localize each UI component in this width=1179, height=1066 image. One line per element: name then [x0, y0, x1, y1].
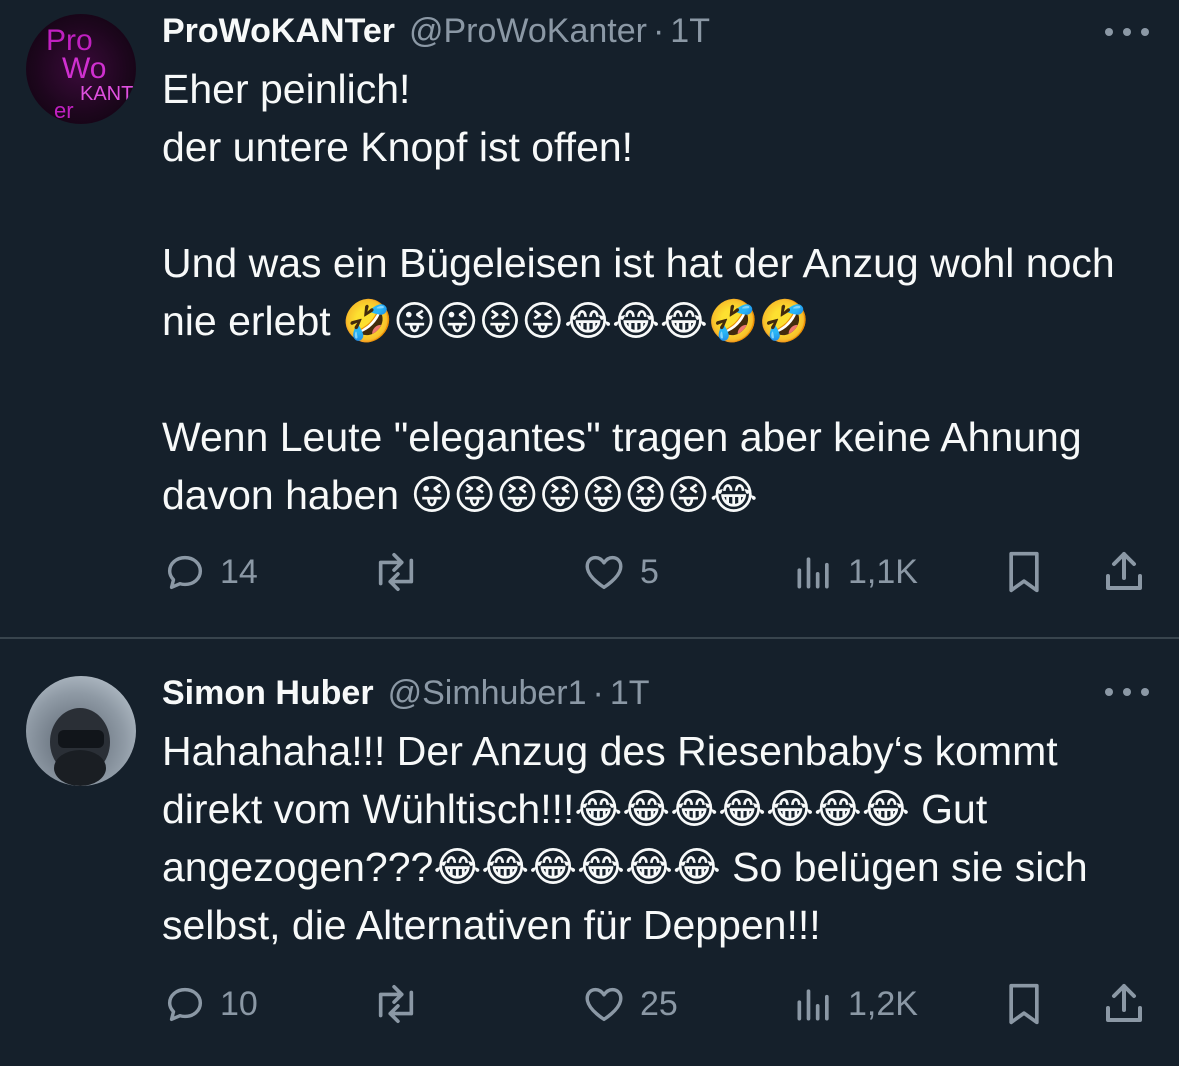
share-button[interactable]	[1100, 542, 1148, 602]
retweet-icon	[378, 552, 414, 592]
user-handle[interactable]: @ProWoKanter	[409, 12, 647, 51]
bookmark-icon	[1009, 983, 1039, 1025]
reply-button[interactable]: 14	[162, 542, 258, 602]
more-dots-icon[interactable]	[1105, 682, 1149, 702]
reply-count: 14	[220, 552, 258, 591]
avatar-logo-image: Pro Wo KANT er	[46, 24, 133, 123]
retweet-icon	[378, 984, 414, 1024]
tweet[interactable]: Pro Wo KANT er ProWoKANTer @ProWoKanter …	[0, 0, 1179, 638]
tweet-header: Simon Huber @Simhuber1 · 1T	[162, 674, 650, 714]
reply-button[interactable]: 10	[162, 974, 258, 1034]
tweet[interactable]: Simon Huber @Simhuber1 · 1T Hahahaha!!! …	[0, 640, 1179, 1066]
share-button[interactable]	[1100, 974, 1148, 1034]
views-button[interactable]: 1,1K	[792, 542, 918, 602]
user-handle[interactable]: @Simhuber1	[388, 674, 587, 713]
separator-dot: ·	[592, 674, 604, 712]
separator-dot: ·	[652, 12, 665, 50]
view-count: 1,2K	[848, 984, 918, 1023]
like-button[interactable]: 25	[580, 974, 678, 1034]
heart-icon	[585, 555, 623, 590]
avatar-helmet-image	[50, 708, 110, 786]
svg-text:Wo: Wo	[62, 52, 106, 85]
tweet-text: Eher peinlich! der untere Knopf ist offe…	[162, 66, 1115, 518]
more-dots-icon[interactable]	[1105, 22, 1149, 42]
share-upload-icon	[1106, 984, 1142, 1022]
reply-bubble-icon	[167, 987, 203, 1022]
share-upload-icon	[1106, 552, 1142, 590]
svg-text:KANT: KANT	[80, 83, 133, 105]
display-name[interactable]: Simon Huber	[162, 674, 374, 713]
views-button[interactable]: 1,2K	[792, 974, 918, 1034]
views-bars-icon	[797, 989, 829, 1021]
timestamp[interactable]: 1T	[610, 674, 650, 713]
tweet-text: Hahahaha!!! Der Anzug des Riesenbaby‘s k…	[162, 728, 1088, 948]
tweet-actions: 10 25 1,2K	[0, 974, 1179, 1034]
svg-text:er: er	[54, 98, 74, 123]
bookmark-button[interactable]	[1002, 542, 1046, 602]
reply-count: 10	[220, 984, 258, 1023]
retweet-button[interactable]	[368, 974, 424, 1034]
tweet-actions: 14 5 1,1K	[0, 542, 1179, 602]
avatar[interactable]: Pro Wo KANT er	[26, 14, 136, 124]
view-count: 1,1K	[848, 552, 918, 591]
bookmark-button[interactable]	[1002, 974, 1046, 1034]
like-button[interactable]: 5	[580, 542, 659, 602]
reply-bubble-icon	[167, 555, 203, 590]
retweet-button[interactable]	[368, 542, 424, 602]
display-name[interactable]: ProWoKANTer	[162, 12, 395, 51]
timestamp[interactable]: 1T	[670, 12, 710, 51]
tweet-divider	[0, 637, 1179, 639]
heart-icon	[585, 987, 623, 1022]
tweet-header: ProWoKANTer @ProWoKanter · 1T	[162, 12, 710, 52]
avatar[interactable]	[26, 676, 136, 786]
views-bars-icon	[797, 557, 829, 589]
like-count: 25	[640, 984, 678, 1023]
like-count: 5	[640, 552, 659, 591]
bookmark-icon	[1009, 551, 1039, 593]
